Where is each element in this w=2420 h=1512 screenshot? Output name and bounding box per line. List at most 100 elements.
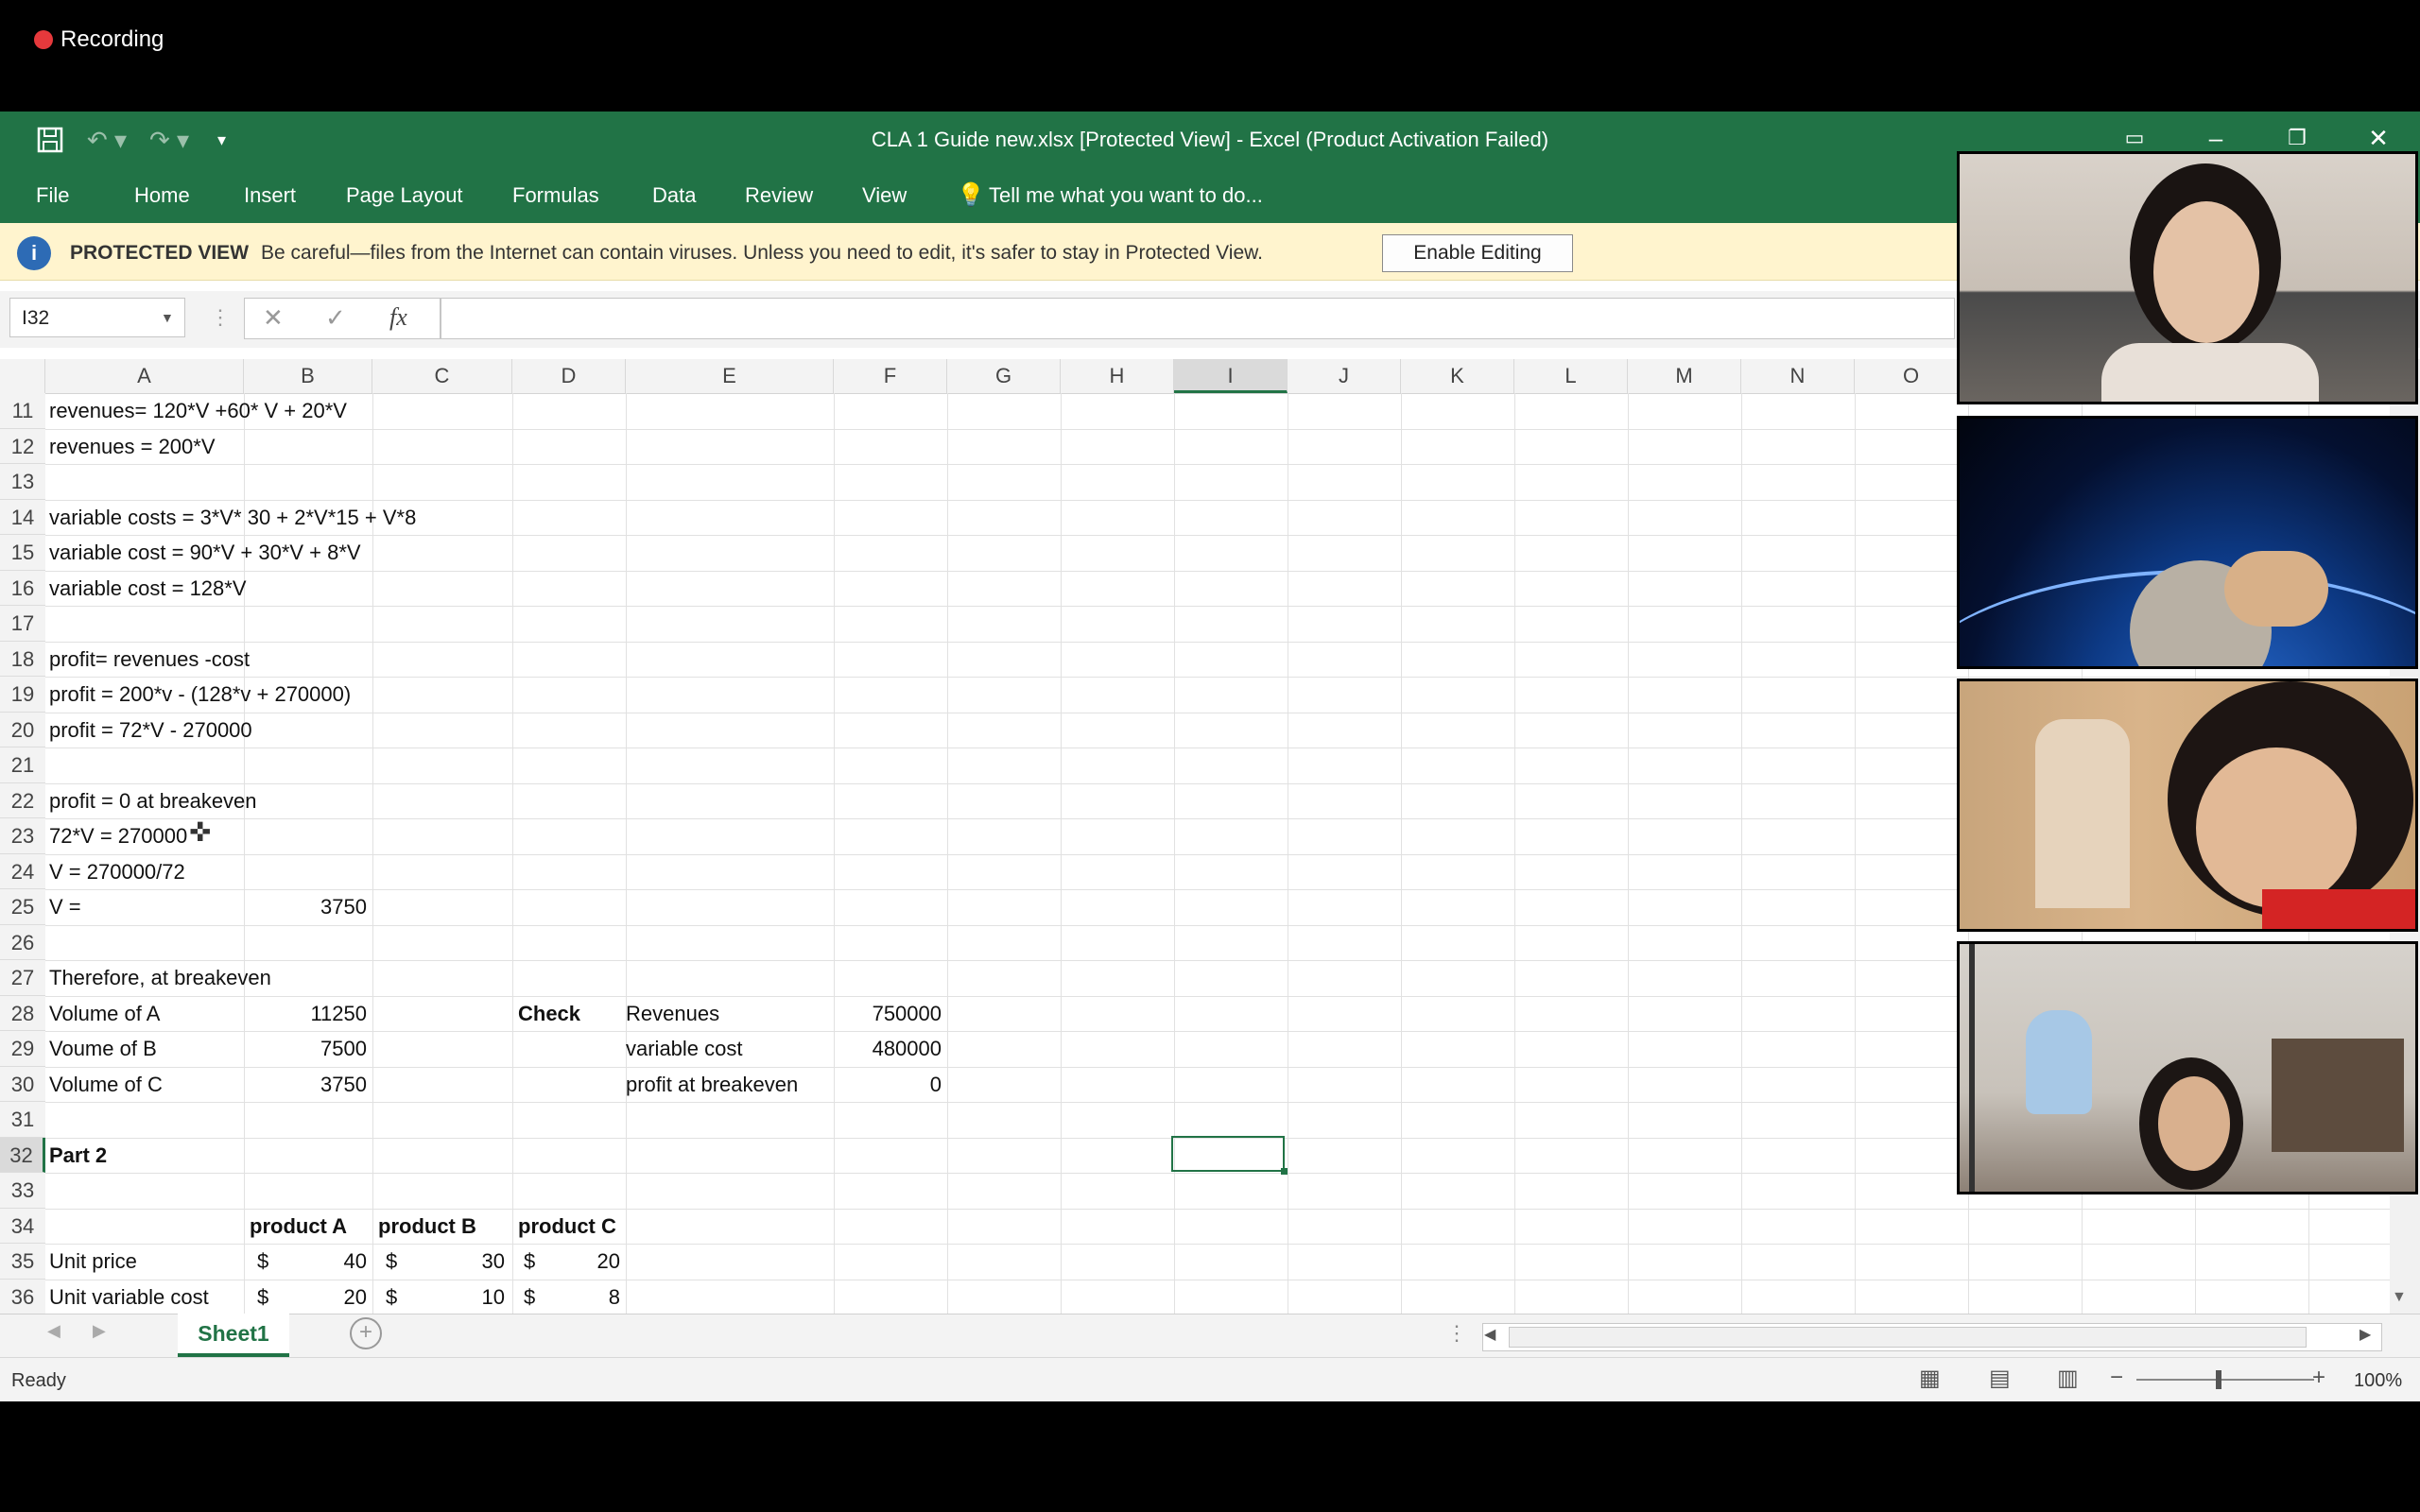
row-header[interactable]: 17	[0, 606, 45, 642]
cell-a20[interactable]: profit = 72*V - 270000	[49, 713, 252, 747]
column-header[interactable]: H	[1061, 359, 1174, 393]
cell-a35[interactable]: Unit price	[49, 1244, 238, 1279]
cell-a24[interactable]: V = 270000/72	[49, 854, 238, 889]
tab-page-layout[interactable]: Page Layout	[346, 168, 463, 223]
cell-f28[interactable]: 750000	[834, 996, 942, 1031]
cell-b28[interactable]: 11250	[244, 996, 367, 1031]
tab-insert[interactable]: Insert	[244, 168, 296, 223]
column-header[interactable]: F	[834, 359, 947, 393]
cancel-icon[interactable]: ✕	[263, 298, 284, 337]
row-header[interactable]: 15	[0, 535, 45, 571]
row-header[interactable]: 34	[0, 1208, 45, 1244]
cell-a15[interactable]: variable cost = 90*V + 30*V + 8*V	[49, 535, 361, 570]
redo-icon[interactable]: ↷ ▾	[149, 121, 189, 159]
cell-a12[interactable]: revenues = 200*V	[49, 429, 238, 464]
tab-data[interactable]: Data	[652, 168, 696, 223]
tab-file[interactable]: File	[36, 168, 69, 223]
row-header[interactable]: 20	[0, 712, 45, 747]
cell-a29[interactable]: Voume of B	[49, 1031, 238, 1066]
cell-e28[interactable]: Revenues	[626, 996, 830, 1031]
row-header[interactable]: 27	[0, 960, 45, 996]
tab-home[interactable]: Home	[134, 168, 190, 223]
tab-view[interactable]: View	[862, 168, 907, 223]
customize-qat-icon[interactable]: ▾	[217, 121, 226, 159]
column-header[interactable]: A	[45, 359, 244, 393]
cell-a27[interactable]: Therefore, at breakeven	[49, 960, 271, 995]
enter-check-icon[interactable]: ✓	[325, 298, 346, 337]
row-header[interactable]: 30	[0, 1066, 45, 1102]
select-all-corner[interactable]	[0, 359, 45, 393]
column-header[interactable]: K	[1401, 359, 1514, 393]
cell-d28[interactable]: Check	[512, 996, 626, 1031]
cell-e30[interactable]: profit at breakeven	[626, 1067, 830, 1102]
cell-a22[interactable]: profit = 0 at breakeven	[49, 783, 257, 818]
column-header[interactable]: D	[512, 359, 626, 393]
next-sheet-icon[interactable]: ▶	[93, 1321, 106, 1341]
column-header[interactable]: O	[1855, 359, 1968, 393]
selected-cell[interactable]	[1171, 1136, 1285, 1172]
column-header[interactable]: I	[1174, 359, 1288, 393]
fill-handle[interactable]	[1281, 1168, 1288, 1175]
zoom-out-icon[interactable]: −	[2110, 1365, 2123, 1391]
column-header[interactable]: L	[1514, 359, 1628, 393]
chevron-down-icon[interactable]: ▼	[161, 298, 183, 337]
row-header[interactable]: 16	[0, 570, 45, 606]
cell-a11[interactable]: revenues= 120*V +60* V + 20*V	[49, 393, 347, 428]
row-header[interactable]: 11	[0, 393, 45, 429]
enable-editing-button[interactable]: Enable Editing	[1382, 234, 1573, 272]
row-header[interactable]: 22	[0, 782, 45, 818]
column-header[interactable]: J	[1288, 359, 1401, 393]
cell-f30[interactable]: 0	[834, 1067, 942, 1102]
zoom-in-icon[interactable]: +	[2312, 1365, 2325, 1391]
row-header[interactable]: 21	[0, 747, 45, 783]
page-layout-view-icon[interactable]: ▤	[1989, 1365, 2011, 1392]
cell-b30[interactable]: 3750	[244, 1067, 367, 1102]
name-box[interactable]: I32	[9, 298, 185, 337]
row-header[interactable]: 14	[0, 499, 45, 535]
row-header[interactable]: 13	[0, 464, 45, 500]
row-header[interactable]: 12	[0, 428, 45, 464]
cell-a32[interactable]: Part 2	[49, 1138, 238, 1173]
insert-function-icon[interactable]: fx	[389, 298, 407, 337]
zoom-slider-thumb[interactable]	[2216, 1370, 2221, 1389]
zoom-slider[interactable]	[2136, 1379, 2314, 1381]
column-header[interactable]: M	[1628, 359, 1741, 393]
row-header[interactable]: 23	[0, 818, 45, 854]
row-header[interactable]: 26	[0, 924, 45, 960]
row-header[interactable]: 18	[0, 641, 45, 677]
prev-sheet-icon[interactable]: ◀	[47, 1321, 60, 1341]
undo-icon[interactable]: ↶ ▾	[87, 121, 127, 159]
cell-a25[interactable]: V =	[49, 889, 238, 924]
tab-review[interactable]: Review	[745, 168, 813, 223]
add-sheet-icon[interactable]: +	[350, 1317, 382, 1349]
cell-a30[interactable]: Volume of C	[49, 1067, 238, 1102]
cell-c34[interactable]: product B	[372, 1209, 510, 1244]
row-header[interactable]: 19	[0, 677, 45, 713]
cell-a14[interactable]: variable costs = 3*V* 30 + 2*V*15 + V*8	[49, 500, 416, 535]
cell-b34[interactable]: product A	[244, 1209, 372, 1244]
cell-a18[interactable]: profit= revenues -cost	[49, 642, 250, 677]
row-header[interactable]: 32	[0, 1137, 45, 1173]
row-header[interactable]: 28	[0, 995, 45, 1031]
cell-a36[interactable]: Unit variable cost	[49, 1280, 238, 1314]
scroll-down-icon[interactable]: ▼	[2392, 1289, 2407, 1306]
cell-e29[interactable]: variable cost	[626, 1031, 830, 1066]
column-header[interactable]: G	[947, 359, 1061, 393]
tell-me-search[interactable]: Tell me what you want to do...	[989, 168, 1263, 223]
row-header[interactable]: 36	[0, 1279, 45, 1314]
row-header[interactable]: 24	[0, 853, 45, 889]
save-icon[interactable]	[36, 121, 64, 159]
column-header[interactable]: B	[244, 359, 372, 393]
row-header[interactable]: 35	[0, 1244, 45, 1280]
scroll-left-icon[interactable]: ◀	[1484, 1325, 1495, 1344]
tab-formulas[interactable]: Formulas	[512, 168, 599, 223]
cell-a16[interactable]: variable cost = 128*V	[49, 571, 247, 606]
row-header[interactable]: 31	[0, 1102, 45, 1138]
cell-b29[interactable]: 7500	[244, 1031, 367, 1066]
cell-f29[interactable]: 480000	[834, 1031, 942, 1066]
horizontal-scroll-thumb[interactable]	[1509, 1327, 2307, 1348]
column-header[interactable]: E	[626, 359, 834, 393]
page-break-view-icon[interactable]: ▥	[2057, 1365, 2079, 1392]
row-header[interactable]: 29	[0, 1031, 45, 1067]
cell-a28[interactable]: Volume of A	[49, 996, 238, 1031]
